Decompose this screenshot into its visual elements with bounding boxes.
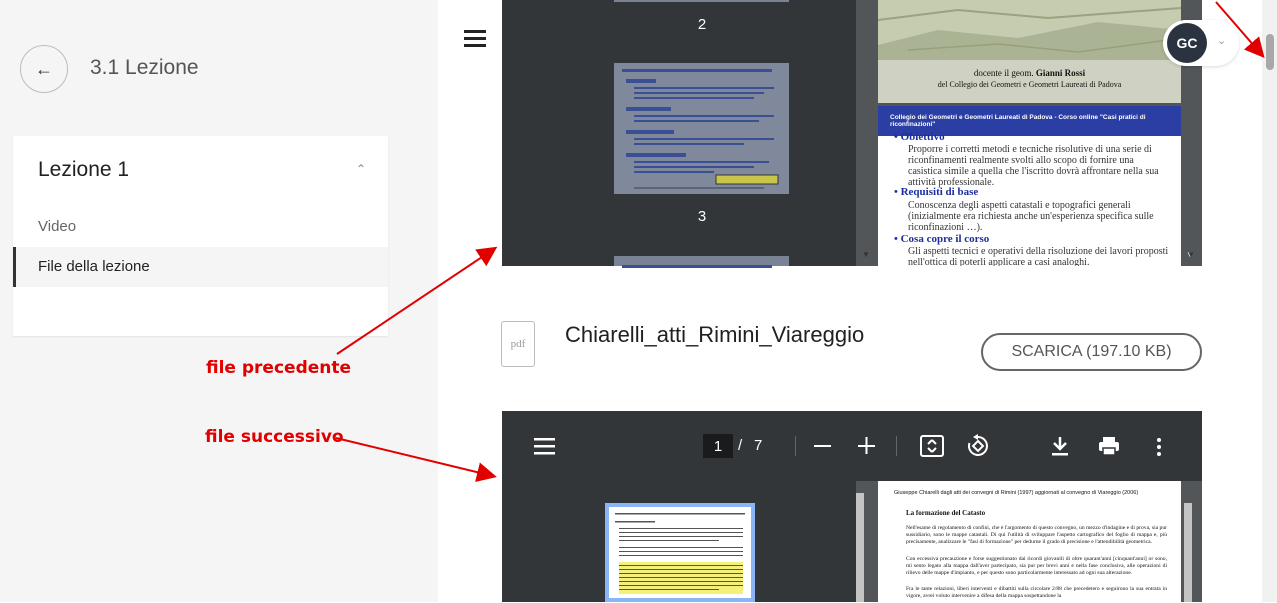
arrow-file-precedente bbox=[336, 246, 498, 355]
annotation-arrows bbox=[335, 1, 1265, 482]
arrow-file-successivo bbox=[335, 437, 497, 482]
arrow-scrollbar bbox=[1215, 1, 1265, 59]
